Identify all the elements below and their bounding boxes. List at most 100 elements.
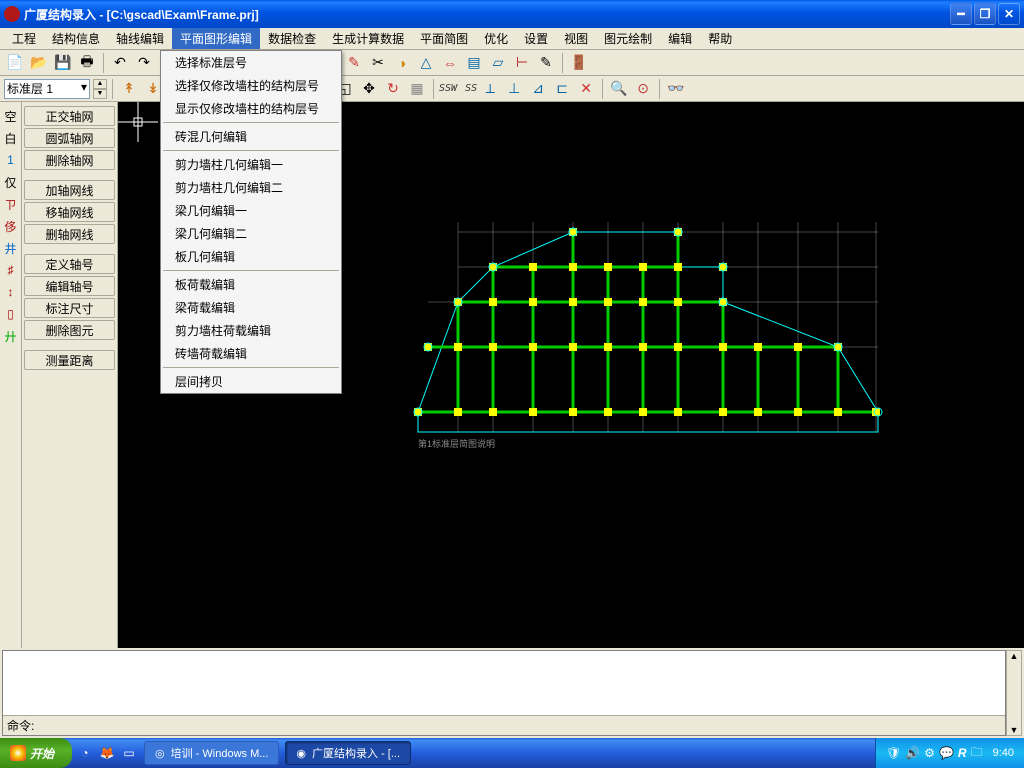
left-tool-icon[interactable]: 白 — [2, 128, 20, 148]
quicklaunch-icon[interactable]: ◔ — [76, 744, 94, 762]
menu-4[interactable]: 数据检查 — [260, 28, 324, 49]
left-tool-icon[interactable]: 仅 — [2, 172, 20, 192]
undo-icon[interactable]: ↶ — [109, 52, 131, 74]
menu-9[interactable]: 视图 — [556, 28, 596, 49]
open-icon[interactable]: 📂 — [28, 52, 50, 74]
menu-3[interactable]: 平面图形编辑 — [172, 28, 260, 49]
new-icon[interactable]: 📄 — [4, 52, 26, 74]
left-button[interactable]: 删除图元 — [24, 320, 115, 340]
tool-icon[interactable]: ✎ — [343, 52, 365, 74]
tool-icon[interactable]: △ — [415, 52, 437, 74]
left-button[interactable]: 删轴网线 — [24, 224, 115, 244]
dropdown-item[interactable]: 板荷载编辑 — [161, 273, 341, 296]
tool-icon[interactable]: 🚪 — [568, 52, 590, 74]
tool-icon[interactable]: ⊏ — [551, 78, 573, 100]
tool-icon[interactable]: ✂ — [367, 52, 389, 74]
tray-icon[interactable]: 🗀 — [971, 743, 983, 764]
left-button[interactable]: 定义轴号 — [24, 254, 115, 274]
arrow-up-icon[interactable]: ↟ — [118, 78, 140, 100]
command-input[interactable]: 命令: — [3, 715, 1005, 735]
dropdown-item[interactable]: 板几何编辑 — [161, 245, 341, 268]
left-button[interactable]: 加轴网线 — [24, 180, 115, 200]
left-button[interactable]: 编辑轴号 — [24, 276, 115, 296]
quicklaunch-icon[interactable]: 🦊 — [98, 744, 116, 762]
zoom-tool-icon[interactable]: 🔍 — [608, 78, 630, 100]
left-button[interactable]: 标注尺寸 — [24, 298, 115, 318]
dropdown-item[interactable]: 剪力墙柱几何编辑二 — [161, 176, 341, 199]
dropdown-item[interactable]: 选择标准层号 — [161, 51, 341, 74]
ss-label[interactable]: SS — [465, 83, 477, 94]
menu-8[interactable]: 设置 — [516, 28, 556, 49]
command-history[interactable] — [3, 651, 1005, 715]
left-tool-icon[interactable]: ▯ — [2, 304, 20, 324]
left-tool-icon[interactable]: 1 — [2, 150, 20, 170]
menu-10[interactable]: 图元绘制 — [596, 28, 660, 49]
tool-icon[interactable]: ▱ — [487, 52, 509, 74]
tray-icon[interactable]: 🔊 — [905, 746, 920, 760]
tool-icon[interactable]: ◑ — [391, 52, 413, 74]
eye-icon[interactable]: ⊙ — [632, 78, 654, 100]
redo-icon[interactable]: ↷ — [133, 52, 155, 74]
maximize-button[interactable]: ❐ — [974, 3, 996, 25]
dropdown-item[interactable]: 梁几何编辑一 — [161, 199, 341, 222]
left-button[interactable]: 删除轴网 — [24, 150, 115, 170]
close-button[interactable]: ✕ — [998, 3, 1020, 25]
print-icon[interactable]: 🖶 — [76, 52, 98, 74]
left-tool-icon[interactable]: ♯ — [2, 260, 20, 280]
tool-icon[interactable]: ▦ — [406, 78, 428, 100]
left-tool-icon[interactable]: ㄗ — [2, 194, 20, 214]
left-tool-icon[interactable]: 空 — [2, 106, 20, 126]
tray-icon[interactable]: ⚙ — [924, 746, 935, 760]
menu-2[interactable]: 轴线编辑 — [108, 28, 172, 49]
dropdown-item[interactable]: 剪力墙柱几何编辑一 — [161, 153, 341, 176]
clock[interactable]: 9:40 — [993, 747, 1014, 759]
left-button[interactable]: 正交轴网 — [24, 106, 115, 126]
left-tool-icon[interactable]: ↕ — [2, 282, 20, 302]
menu-5[interactable]: 生成计算数据 — [324, 28, 412, 49]
left-tool-icon[interactable]: 侈 — [2, 216, 20, 236]
dropdown-item[interactable]: 梁几何编辑二 — [161, 222, 341, 245]
tool-icon[interactable]: ✎ — [535, 52, 557, 74]
left-button[interactable]: 圆弧轴网 — [24, 128, 115, 148]
tool-icon[interactable]: ✕ — [575, 78, 597, 100]
menu-12[interactable]: 帮助 — [700, 28, 740, 49]
tool-icon[interactable]: ⟂ — [479, 78, 501, 100]
left-tool-icon[interactable]: 井 — [2, 238, 20, 258]
start-button[interactable]: 开始 — [0, 738, 72, 768]
binoculars-icon[interactable]: 👓 — [665, 78, 687, 100]
menu-11[interactable]: 编辑 — [660, 28, 700, 49]
layer-spinner[interactable]: ▲▼ — [93, 79, 107, 99]
quicklaunch-icon[interactable]: ▭ — [120, 744, 138, 762]
menu-7[interactable]: 优化 — [476, 28, 516, 49]
dropdown-item[interactable]: 选择仅修改墙柱的结构层号 — [161, 74, 341, 97]
menu-6[interactable]: 平面简图 — [412, 28, 476, 49]
dropdown-item[interactable]: 砖墙荷载编辑 — [161, 342, 341, 365]
tray-icon[interactable]: R — [958, 746, 967, 760]
tool-icon[interactable]: ⊢ — [511, 52, 533, 74]
tool-icon[interactable]: ⊥ — [503, 78, 525, 100]
layer-select[interactable]: 标准层 1▾ — [4, 79, 90, 99]
ssw-label[interactable]: SSW — [439, 83, 457, 94]
command-scrollbar[interactable]: ▲▼ — [1006, 650, 1022, 736]
left-button[interactable]: 测量距离 — [24, 350, 115, 370]
tray-icon[interactable]: 🛡 — [886, 746, 901, 760]
dropdown-item[interactable]: 显示仅修改墙柱的结构层号 — [161, 97, 341, 120]
left-tool-icon[interactable]: 廾 — [2, 326, 20, 346]
taskbar-button[interactable]: ◎培训 - Windows M... — [144, 741, 279, 765]
dropdown-item[interactable]: 梁荷载编辑 — [161, 296, 341, 319]
dropdown-item[interactable]: 层间拷贝 — [161, 370, 341, 393]
menu-1[interactable]: 结构信息 — [44, 28, 108, 49]
dropdown-item[interactable]: 剪力墙柱荷载编辑 — [161, 319, 341, 342]
minimize-button[interactable]: ━ — [950, 3, 972, 25]
left-button[interactable]: 移轴网线 — [24, 202, 115, 222]
refresh-icon[interactable]: ↻ — [382, 78, 404, 100]
menu-0[interactable]: 工程 — [4, 28, 44, 49]
tray-icon[interactable]: 💬 — [939, 746, 954, 760]
taskbar-button[interactable]: ◉广厦结构录入 - [... — [285, 741, 411, 765]
dropdown-item[interactable]: 砖混几何编辑 — [161, 125, 341, 148]
save-icon[interactable]: 💾 — [52, 52, 74, 74]
tool-icon[interactable]: ⇔ — [439, 52, 461, 74]
tool-icon[interactable]: ⊿ — [527, 78, 549, 100]
tool-icon[interactable]: ▤ — [463, 52, 485, 74]
system-tray[interactable]: 🛡 🔊 ⚙ 💬 R 🗀 9:40 — [875, 738, 1024, 768]
